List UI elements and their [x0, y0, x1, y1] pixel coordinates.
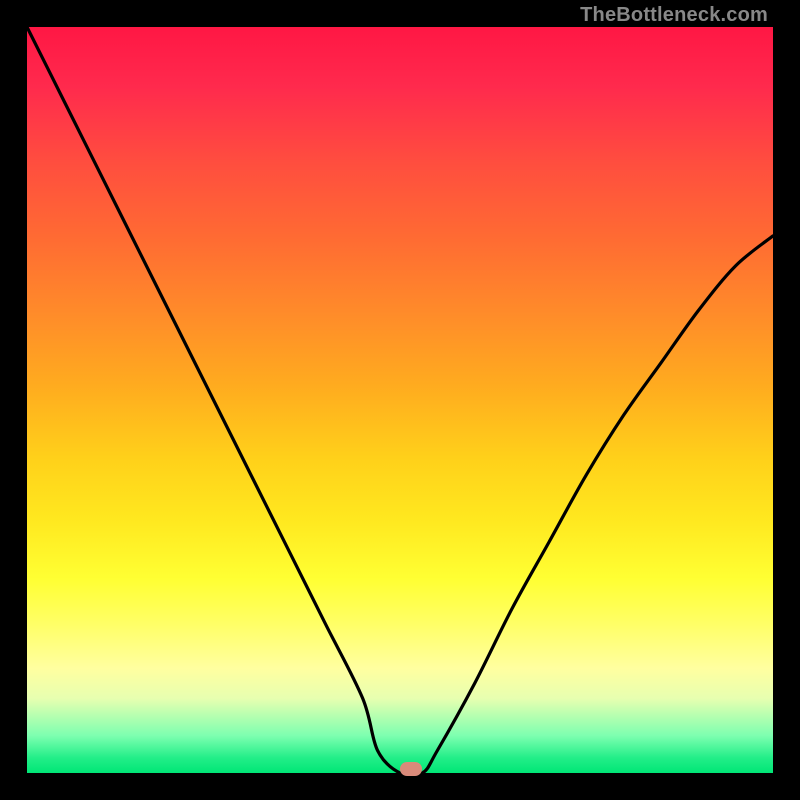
- curve-path: [27, 27, 773, 773]
- attribution-text: TheBottleneck.com: [580, 4, 768, 27]
- optimum-marker: [400, 762, 422, 776]
- plot-area: [27, 27, 773, 773]
- bottleneck-curve: [27, 27, 773, 773]
- chart-frame: TheBottleneck.com: [0, 0, 800, 800]
